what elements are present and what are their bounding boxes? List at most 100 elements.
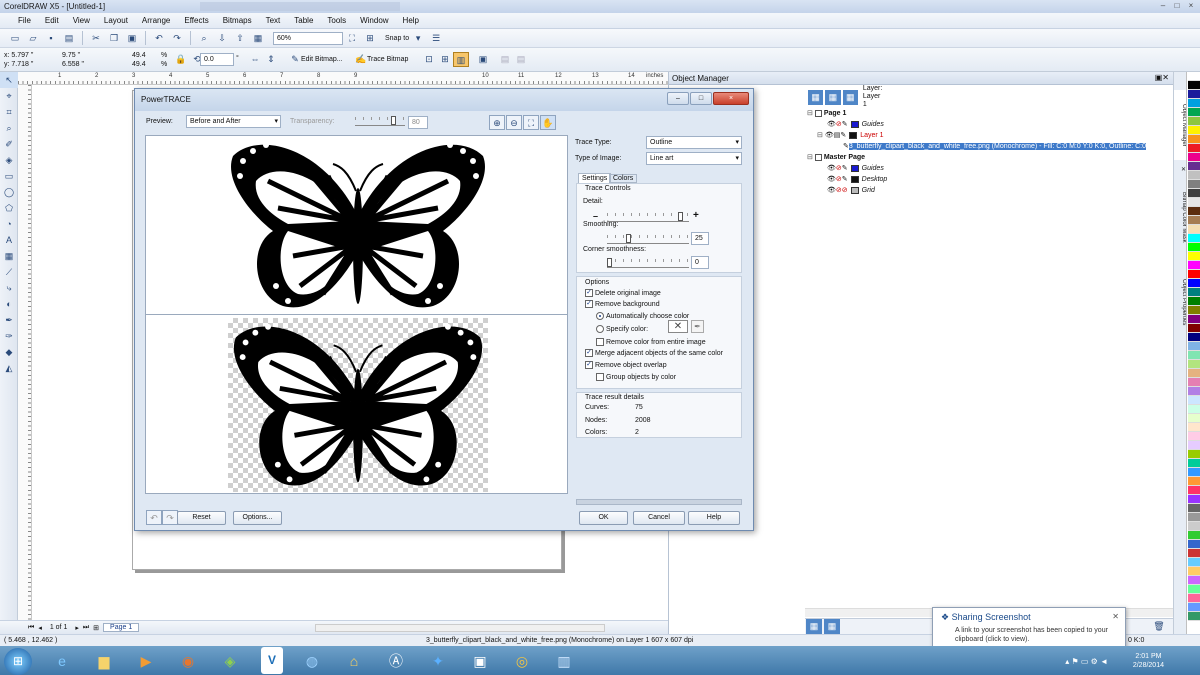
menu-file[interactable]: File (0, 13, 38, 29)
corner-smoothness-field[interactable]: 0 (691, 256, 709, 269)
zoom-tool-icon[interactable]: ⌕ (0, 120, 18, 136)
palette-swatch[interactable] (1188, 360, 1200, 369)
bitmap-color-mask-icon[interactable]: ▣ (475, 52, 491, 67)
edit-bitmap-button[interactable]: Edit Bitmap... (301, 56, 343, 63)
width-field[interactable]: 9.75 " (62, 51, 84, 60)
options-button[interactable]: Options... (233, 511, 282, 525)
eye-icon[interactable]: 👁 (827, 176, 836, 183)
auto-color-row[interactable]: Automatically choose color (596, 312, 689, 320)
rotation-field[interactable]: 0.0 (200, 53, 234, 66)
publish-pdf-icon[interactable]: ▦ (250, 31, 266, 46)
slider-thumb[interactable] (626, 234, 632, 243)
app-chart-icon[interactable]: ▥ (544, 648, 584, 675)
tree-layer1[interactable]: ⊟ 👁▤✎ Layer 1 (807, 130, 1174, 141)
flag-icon[interactable]: ⚑ (1071, 657, 1078, 666)
prev-page-icon[interactable]: ◂ (38, 624, 42, 632)
merge-row[interactable]: ✓ Merge adjacent objects of the same colo… (585, 349, 723, 357)
cancel-button[interactable]: Cancel (633, 511, 685, 525)
pick-tool-icon[interactable]: ↖ (0, 72, 18, 88)
palette-swatch[interactable] (1188, 549, 1200, 558)
transparency-slider[interactable] (355, 116, 405, 126)
palette-swatch[interactable] (1188, 189, 1200, 198)
lock-icon[interactable]: ✎ (842, 121, 848, 128)
polygon-tool-icon[interactable]: ⬠ (0, 200, 18, 216)
y-position-field[interactable]: y: 7.718 " (4, 60, 33, 69)
file-explorer-icon[interactable]: ▆ (84, 648, 124, 675)
horizontal-ruler[interactable]: 1 2 3 4 5 6 7 8 9 10 11 12 13 14 inches (18, 72, 668, 85)
show-rulers-icon[interactable]: ⊞ (362, 31, 378, 46)
help-button[interactable]: Help (688, 511, 740, 525)
palette-swatch[interactable] (1188, 126, 1200, 135)
app-blue-icon[interactable]: ◍ (292, 648, 332, 675)
merge-checkbox[interactable]: ✓ (585, 349, 593, 357)
network-icon[interactable]: ▭ (1081, 657, 1089, 666)
palette-swatch[interactable] (1188, 387, 1200, 396)
specify-color-row[interactable]: Specify color: (596, 325, 648, 333)
palette-swatch[interactable] (1188, 585, 1200, 594)
palette-swatch[interactable] (1188, 144, 1200, 153)
menu-effects[interactable]: Effects (177, 13, 215, 29)
palette-swatch[interactable] (1188, 81, 1200, 90)
minimize-icon[interactable]: – (667, 92, 689, 105)
app-green-icon[interactable]: ◈ (210, 648, 250, 675)
tree-master-guides[interactable]: 👁⊘✎ Guides (807, 163, 1174, 174)
first-page-icon[interactable]: ⏮ (28, 624, 34, 632)
remove-background-checkbox[interactable]: ✓ (585, 300, 593, 308)
overlap-checkbox[interactable]: ✓ (585, 361, 593, 369)
pan-icon[interactable]: ✋ (540, 115, 556, 130)
palette-swatch[interactable] (1188, 423, 1200, 432)
palette-swatch[interactable] (1188, 369, 1200, 378)
palette-swatch[interactable] (1188, 306, 1200, 315)
menu-layout[interactable]: Layout (97, 13, 135, 29)
last-page-icon[interactable]: ⏭ (83, 624, 89, 632)
ellipse-tool-icon[interactable]: ◯ (0, 184, 18, 200)
outline-pen-icon[interactable]: ✑ (0, 328, 18, 344)
slider-thumb[interactable] (607, 258, 612, 267)
mirror-vertical-icon[interactable]: ⇕ (263, 52, 279, 67)
group-checkbox[interactable] (596, 373, 604, 381)
close-icon[interactable]: ✕ (1112, 612, 1119, 621)
eye-icon[interactable]: 👁 (827, 165, 836, 172)
palette-swatch[interactable] (1188, 405, 1200, 414)
overlap-row[interactable]: ✓ Remove object overlap (585, 361, 667, 369)
snap-to-dropdown[interactable]: Snap to (385, 35, 409, 42)
tree-master-page[interactable]: ⊟ Master Page (807, 152, 1174, 163)
palette-swatch[interactable] (1188, 351, 1200, 360)
palette-swatch[interactable] (1188, 540, 1200, 549)
resample-icon[interactable]: ⊞ (437, 52, 453, 67)
app-square-icon[interactable]: ▣ (460, 648, 500, 675)
menu-table[interactable]: Table (287, 13, 320, 29)
tree-grid[interactable]: 👁⊘⊘ Grid (807, 185, 1174, 196)
remove-background-row[interactable]: ✓ Remove background (585, 300, 660, 308)
palette-swatch[interactable] (1188, 486, 1200, 495)
menu-view[interactable]: View (66, 13, 97, 29)
palette-swatch[interactable] (1188, 153, 1200, 162)
palette-swatch[interactable] (1188, 531, 1200, 540)
full-screen-icon[interactable]: ⛶ (344, 31, 360, 46)
new-layer-icon[interactable]: ▦ (806, 619, 822, 634)
palette-swatch[interactable] (1188, 576, 1200, 585)
coreldraw-icon[interactable]: V (261, 647, 283, 674)
paste-icon[interactable]: ▣ (124, 31, 140, 46)
palette-swatch[interactable] (1188, 459, 1200, 468)
corner-smoothness-slider[interactable] (607, 258, 689, 268)
palette-swatch[interactable] (1188, 216, 1200, 225)
image-type-select[interactable]: Line art ▾ (646, 152, 742, 165)
app-a-icon[interactable]: Ⓐ (376, 648, 416, 675)
tree-page1[interactable]: ⊟ Page 1 (807, 108, 1174, 119)
zoom-in-icon[interactable]: ⊕ (489, 115, 505, 130)
mirror-horizontal-icon[interactable]: ⇔ (247, 52, 263, 67)
undo-icon[interactable]: ↶ (146, 510, 162, 525)
ie-icon[interactable]: e (42, 648, 82, 675)
palette-swatch[interactable] (1188, 450, 1200, 459)
palette-swatch[interactable] (1188, 522, 1200, 531)
palette-swatch[interactable] (1188, 135, 1200, 144)
lock-icon[interactable]: ✎ (840, 132, 846, 139)
to-front-icon[interactable]: ▤ (497, 52, 513, 67)
menu-tools[interactable]: Tools (320, 13, 353, 29)
tab-settings[interactable]: Settings (578, 173, 612, 183)
slider-thumb[interactable] (391, 116, 396, 125)
palette-swatch[interactable] (1188, 108, 1200, 117)
palette-swatch[interactable] (1188, 207, 1200, 216)
tree-desktop[interactable]: 👁⊘✎ Desktop (807, 174, 1174, 185)
